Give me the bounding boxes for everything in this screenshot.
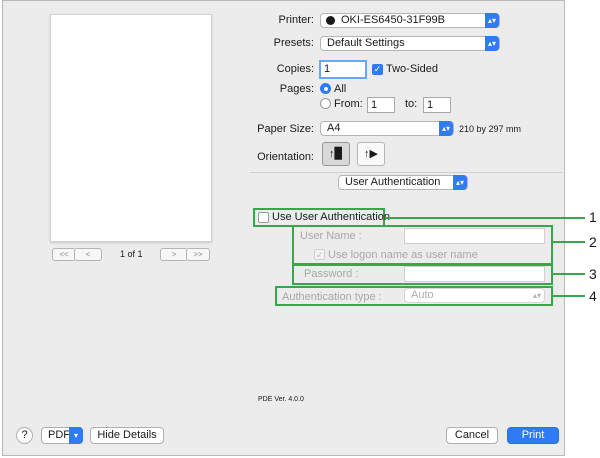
- use-auth-checkbox[interactable]: [258, 212, 269, 223]
- landscape-button[interactable]: ↑▶: [357, 142, 385, 166]
- pdf-label: PDF: [48, 429, 70, 441]
- pages-all-label: All: [334, 83, 347, 95]
- callout-leader-2: [553, 241, 585, 243]
- pages-to-label: to:: [405, 98, 418, 110]
- paper-size-label: Paper Size:: [257, 123, 314, 135]
- print-button[interactable]: Print: [507, 427, 559, 444]
- chevron-updown-icon: ▴▾: [532, 291, 541, 300]
- printer-value: OKI-ES6450-31F99B: [341, 14, 445, 26]
- user-name-field[interactable]: [404, 228, 545, 244]
- last-page-button[interactable]: >>: [186, 248, 210, 261]
- pages-to-field[interactable]: 1: [423, 97, 451, 113]
- callout-leader-1: [385, 217, 585, 219]
- section-popup-value: User Authentication: [345, 176, 441, 188]
- logon-name-checkbox[interactable]: ✓: [314, 249, 325, 260]
- two-sided-checkbox[interactable]: ✓: [372, 64, 383, 75]
- pages-range-radio[interactable]: [320, 98, 331, 109]
- copies-field[interactable]: 1: [319, 60, 367, 79]
- help-button[interactable]: ?: [16, 427, 33, 444]
- paper-dimensions: 210 by 297 mm: [459, 124, 522, 134]
- portrait-button[interactable]: ↑▉: [322, 142, 350, 166]
- callout-leader-3: [553, 273, 585, 275]
- password-label: Password :: [304, 268, 359, 280]
- auth-type-popup[interactable]: Auto ▴▾: [404, 288, 545, 303]
- callout-number-2: 2: [589, 234, 597, 250]
- chevron-updown-icon: ▴▾: [453, 175, 467, 190]
- use-auth-label: Use User Authentication: [272, 211, 391, 223]
- user-name-label: User Name :: [300, 230, 362, 242]
- pages-from-label: From:: [334, 98, 363, 110]
- pages-from-field[interactable]: 1: [367, 97, 395, 113]
- callout-number-3: 3: [589, 266, 597, 282]
- printer-popup[interactable]: OKI-ES6450-31F99B ▴▾: [320, 13, 500, 28]
- password-field[interactable]: [404, 266, 545, 282]
- printer-status-icon: [326, 16, 335, 25]
- auth-type-label: Authentication type :: [282, 291, 382, 303]
- landscape-icon: ↑▶: [364, 148, 378, 160]
- copies-label: Copies:: [276, 63, 314, 75]
- hide-details-button[interactable]: Hide Details: [90, 427, 164, 444]
- first-page-button[interactable]: <<: [52, 248, 76, 261]
- callout-leader-4: [553, 295, 585, 297]
- pages-all-radio[interactable]: [320, 83, 331, 94]
- prev-page-button[interactable]: <: [74, 248, 102, 261]
- pages-label: Pages:: [279, 83, 314, 95]
- chevron-updown-icon: ▴▾: [485, 36, 499, 51]
- presets-popup[interactable]: Default Settings ▴▾: [320, 36, 500, 51]
- chevron-updown-icon: ▴▾: [485, 13, 499, 28]
- orientation-label: Orientation:: [257, 151, 314, 163]
- separator: [250, 172, 562, 173]
- printer-label: Printer:: [278, 14, 314, 26]
- callout-number-4: 4: [589, 288, 597, 304]
- paper-size-popup[interactable]: A4 ▴▾: [320, 121, 454, 136]
- presets-value: Default Settings: [327, 37, 405, 49]
- page-indicator: 1 of 1: [120, 249, 143, 259]
- chevron-down-icon: ▾: [69, 427, 83, 444]
- help-icon: ?: [21, 429, 28, 441]
- next-page-button[interactable]: >: [160, 248, 188, 261]
- logon-name-label: Use logon name as user name: [328, 249, 478, 261]
- presets-label: Presets:: [273, 37, 314, 49]
- callout-number-1: 1: [589, 209, 597, 225]
- chevron-updown-icon: ▴▾: [439, 121, 453, 136]
- auth-type-value: Auto: [411, 289, 434, 301]
- pdf-menu-button[interactable]: PDF ▾: [41, 427, 83, 444]
- portrait-icon: ↑▉: [329, 148, 343, 160]
- cancel-button[interactable]: Cancel: [446, 427, 498, 444]
- two-sided-label: Two-Sided: [386, 63, 438, 75]
- page-preview: [50, 14, 212, 242]
- paper-size-value: A4: [327, 122, 341, 134]
- pde-version: PDE Ver. 4.0.0: [258, 396, 304, 403]
- section-popup[interactable]: User Authentication ▴▾: [338, 175, 468, 190]
